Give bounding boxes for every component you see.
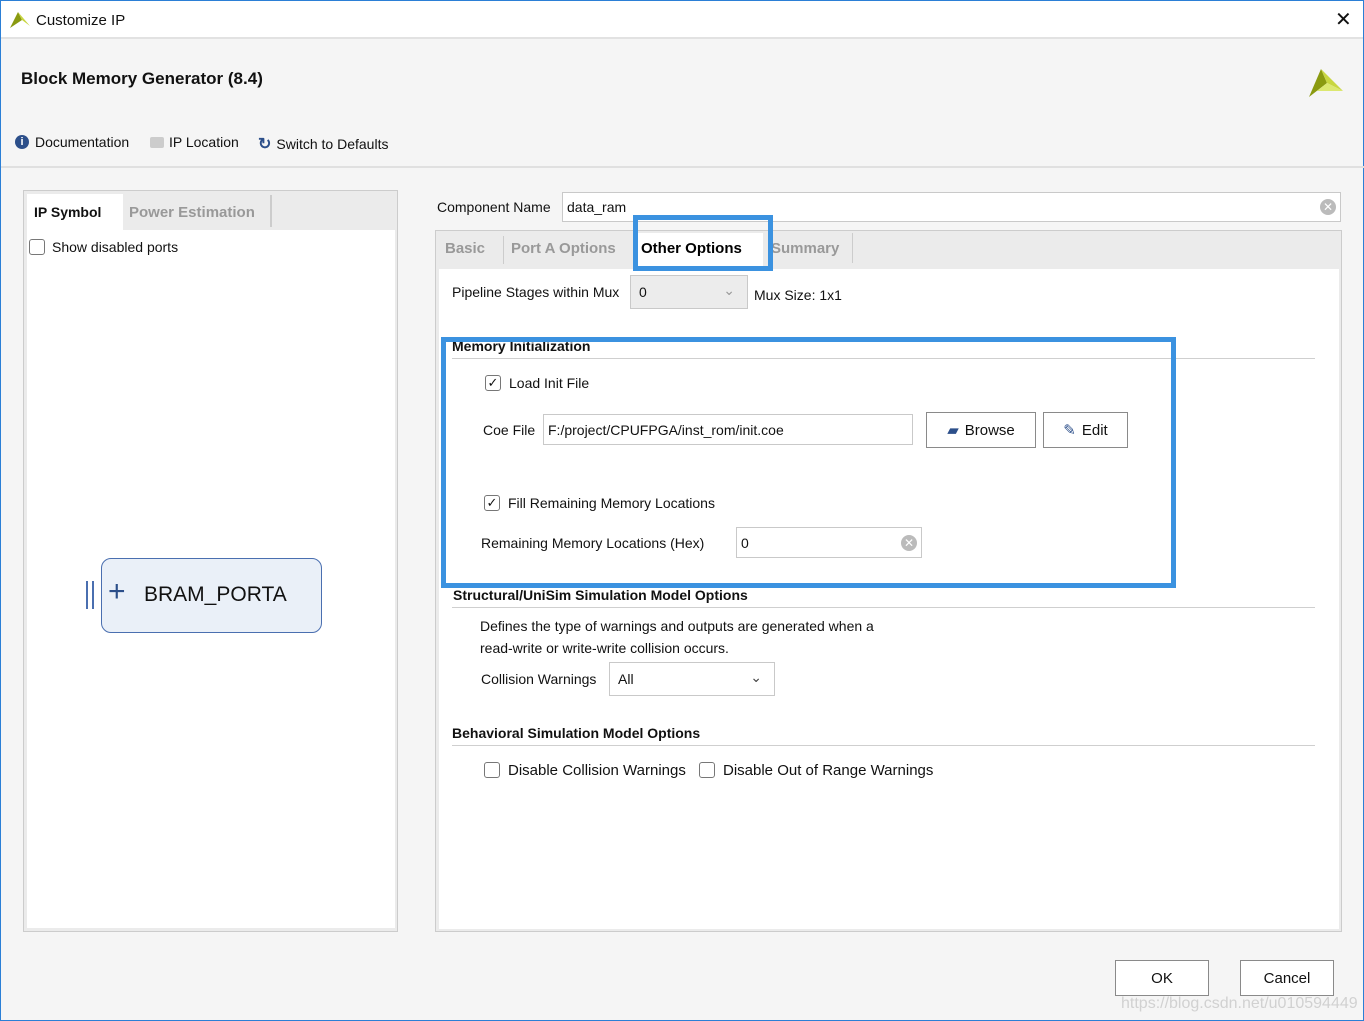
pipeline-value: 0 [639,284,647,300]
ip-location-link[interactable]: IP Location [150,134,239,150]
cancel-button[interactable]: Cancel [1240,960,1334,996]
mux-size: Mux Size: 1x1 [754,287,842,303]
disable-range-label: Disable Out of Range Warnings [723,762,934,779]
tab-power-estimation[interactable]: Power Estimation [129,204,255,221]
chevron-down-icon: ⌄ [750,669,762,685]
refresh-icon: ↻ [258,136,272,153]
ip-location-label: IP Location [169,134,239,150]
switch-defaults-label: Switch to Defaults [276,136,389,152]
divider [452,607,1315,608]
title-bar: Customize IP ✕ [1,1,1363,39]
watermark: https://blog.csdn.net/u010594449 [1121,995,1358,1012]
component-name-label: Component Name [437,199,551,215]
port-label: BRAM_PORTA [144,583,287,606]
switch-defaults-link[interactable]: ↻ Switch to Defaults [258,134,388,154]
disable-range-checkbox[interactable] [699,762,715,778]
component-name-value: data_ram [567,199,627,215]
left-panel: IP Symbol Power Estimation Show disabled… [23,190,398,932]
disable-collision-checkbox[interactable] [484,762,500,778]
documentation-label: Documentation [35,134,130,150]
ip-symbol-block[interactable]: + BRAM_PORTA [101,558,322,633]
tab-ip-symbol[interactable]: IP Symbol [27,194,123,231]
tab-summary[interactable]: Summary [771,233,839,269]
divider [452,745,1315,746]
ok-button[interactable]: OK [1115,960,1209,996]
clear-icon[interactable]: ✕ [1320,199,1336,215]
pipeline-select[interactable]: 0 ⌄ [630,275,748,309]
tab-port-a-options[interactable]: Port A Options [511,233,616,269]
collision-value: All [618,671,634,687]
port-bus-icon [86,581,94,609]
show-disabled-checkbox[interactable] [29,239,45,255]
highlight-box [441,337,1176,588]
documentation-link[interactable]: i Documentation [15,134,129,150]
pipeline-label: Pipeline Stages within Mux [452,284,620,300]
structural-desc-2: read-write or write-write collision occu… [480,640,729,656]
folder-icon [150,136,164,148]
close-icon[interactable]: ✕ [1335,7,1352,32]
info-icon: i [15,135,29,149]
collision-select[interactable]: All ⌄ [609,662,775,696]
collision-label: Collision Warnings [481,671,597,687]
highlight-box [633,215,773,271]
disable-collision-label: Disable Collision Warnings [508,762,686,779]
tab-basic[interactable]: Basic [445,233,485,269]
expand-plus-icon[interactable]: + [108,575,126,609]
chevron-down-icon: ⌄ [723,282,735,298]
structural-desc-1: Defines the type of warnings and outputs… [480,618,874,634]
app-logo-icon [10,12,30,28]
show-disabled-label: Show disabled ports [52,239,179,255]
xilinx-logo-icon [1309,69,1343,97]
page-title: Block Memory Generator (8.4) [21,69,263,88]
window-title: Customize IP [36,12,126,29]
section-structural: Structural/UniSim Simulation Model Optio… [453,587,748,603]
section-behavioral: Behavioral Simulation Model Options [452,725,701,741]
divider [1,166,1364,168]
